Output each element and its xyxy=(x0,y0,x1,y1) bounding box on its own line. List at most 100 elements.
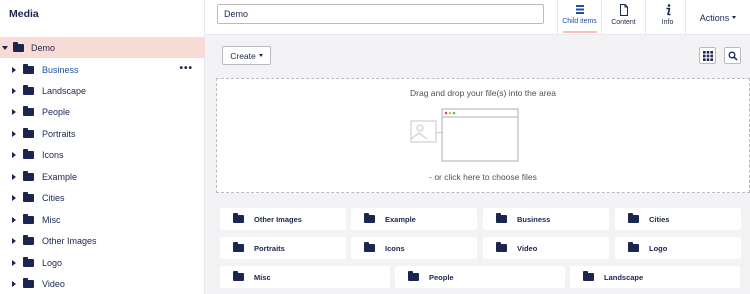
create-label: Create xyxy=(230,50,256,61)
folder-tile[interactable]: Video xyxy=(483,237,609,259)
folder-tile[interactable]: Landscape xyxy=(570,266,740,288)
actions-button[interactable]: Actions xyxy=(685,0,750,35)
folder-tile-label: Other Images xyxy=(254,214,302,224)
tree-item-portraits[interactable]: Portraits xyxy=(0,123,205,144)
upload-illustration-icon xyxy=(410,108,519,162)
tree-item-icons[interactable]: Icons xyxy=(0,144,205,165)
info-icon xyxy=(666,4,670,16)
folder-tile-label: Example xyxy=(385,214,416,224)
list-icon xyxy=(575,5,584,14)
folder-icon xyxy=(628,213,639,223)
tree-item-label: Misc xyxy=(42,214,61,225)
tree-item-people[interactable]: People xyxy=(0,101,205,122)
folder-icon xyxy=(364,242,375,252)
folder-tile[interactable]: Cities xyxy=(615,208,741,230)
folder-tile[interactable]: Other Images xyxy=(220,208,346,230)
document-icon xyxy=(619,4,628,16)
folder-tile-label: Icons xyxy=(385,243,405,253)
folder-icon xyxy=(23,148,34,159)
folder-icon xyxy=(23,256,34,267)
tree-item-label: People xyxy=(42,106,71,117)
folder-icon xyxy=(23,213,34,224)
more-options-icon[interactable]: ••• xyxy=(179,63,193,74)
search-button[interactable] xyxy=(724,47,741,64)
folder-icon xyxy=(233,242,244,252)
folder-tile-label: Misc xyxy=(254,272,271,282)
folder-icon xyxy=(23,234,34,245)
tree-item-other-images[interactable]: Other Images xyxy=(0,230,205,251)
folder-tile-label: Business xyxy=(517,214,551,224)
tab-label: Content xyxy=(611,19,636,26)
caret-right-icon[interactable] xyxy=(12,151,16,158)
tree-item-label: Logo xyxy=(42,257,63,268)
caret-right-icon[interactable] xyxy=(12,66,16,73)
caret-right-icon[interactable] xyxy=(12,259,16,266)
node-name-input[interactable] xyxy=(217,4,544,24)
folder-icon xyxy=(23,84,34,95)
tree-item-label: Video xyxy=(42,278,65,289)
create-button[interactable]: Create xyxy=(222,46,271,65)
folder-icon xyxy=(23,191,34,202)
tab-child-items[interactable]: Child items xyxy=(557,0,601,35)
tab-label: Info xyxy=(661,19,674,26)
folder-icon xyxy=(233,213,244,223)
folder-icon xyxy=(23,127,34,138)
folder-icon xyxy=(23,63,34,74)
folder-tile[interactable]: Portraits xyxy=(220,237,346,259)
caret-right-icon[interactable] xyxy=(12,87,16,94)
folder-icon xyxy=(496,242,507,252)
choose-files-link[interactable]: - or click here to choose files xyxy=(217,172,749,182)
tree-root-label: Demo xyxy=(31,42,56,53)
tree-item-example[interactable]: Example xyxy=(0,166,205,187)
folder-tile[interactable]: Business xyxy=(483,208,609,230)
search-icon xyxy=(728,51,738,61)
active-tab-indicator xyxy=(563,31,597,33)
chevron-down-icon xyxy=(732,16,737,19)
folder-tile[interactable]: People xyxy=(395,266,565,288)
folder-tile[interactable]: Misc xyxy=(220,266,390,288)
folder-tile-label: Logo xyxy=(649,243,668,253)
tree-item-label: Landscape xyxy=(42,85,87,96)
caret-right-icon[interactable] xyxy=(12,280,16,287)
folder-icon xyxy=(13,41,24,52)
caret-down-icon[interactable] xyxy=(2,45,8,50)
tab-info[interactable]: Info xyxy=(645,0,689,35)
caret-right-icon[interactable] xyxy=(12,237,16,244)
folder-icon xyxy=(233,271,244,281)
tree-item-misc[interactable]: Misc xyxy=(0,209,205,230)
tree-root-demo[interactable]: Demo xyxy=(0,37,205,58)
tree-item-cities[interactable]: Cities xyxy=(0,187,205,208)
main-content: Create Drag and drop your file(s) into t… xyxy=(205,35,750,294)
grid-view-button[interactable] xyxy=(699,47,716,64)
folder-tile[interactable]: Example xyxy=(351,208,477,230)
folder-icon xyxy=(23,170,34,181)
folder-icon xyxy=(23,277,34,288)
folder-icon xyxy=(496,213,507,223)
folder-tile[interactable]: Icons xyxy=(351,237,477,259)
folder-tile-label: People xyxy=(429,272,454,282)
tab-label: Child items xyxy=(562,18,597,25)
editor-header: Child items Content Info Actions xyxy=(205,0,750,35)
caret-right-icon[interactable] xyxy=(12,130,16,137)
folder-icon xyxy=(408,271,419,281)
sidebar: Media Demo Business ••• Landscape People… xyxy=(0,0,205,294)
tree-item-video[interactable]: Video xyxy=(0,273,205,294)
upload-dropzone[interactable]: Drag and drop your file(s) into the area… xyxy=(216,78,750,193)
caret-right-icon[interactable] xyxy=(12,173,16,180)
folder-tile-label: Video xyxy=(517,243,538,253)
tree-item-label: Example xyxy=(42,171,78,182)
tab-content[interactable]: Content xyxy=(601,0,645,35)
folder-tile-label: Landscape xyxy=(604,272,644,282)
tree-item-logo[interactable]: Logo xyxy=(0,252,205,273)
caret-right-icon[interactable] xyxy=(12,194,16,201)
tree-item-label: Business xyxy=(42,64,79,75)
tree-item-business[interactable]: Business ••• xyxy=(0,59,205,80)
caret-right-icon[interactable] xyxy=(12,108,16,115)
folder-tile-label: Portraits xyxy=(254,243,285,253)
folder-icon xyxy=(23,105,34,116)
grid-icon xyxy=(702,50,713,61)
tree-item-label: Portraits xyxy=(42,128,76,139)
caret-right-icon[interactable] xyxy=(12,216,16,223)
tree-item-landscape[interactable]: Landscape xyxy=(0,80,205,101)
folder-tile[interactable]: Logo xyxy=(615,237,741,259)
